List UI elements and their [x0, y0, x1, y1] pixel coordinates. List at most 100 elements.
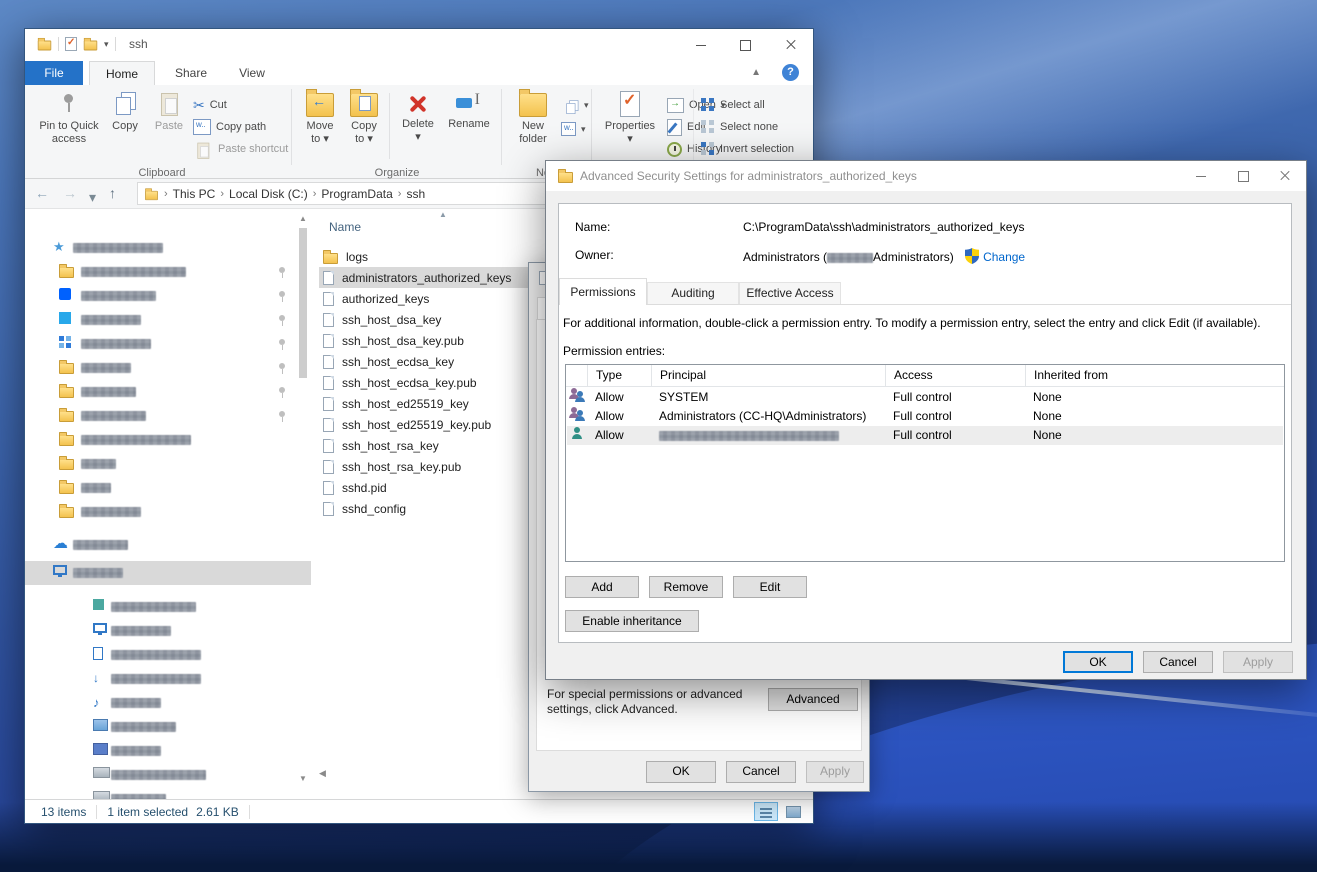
folder-icon[interactable]	[84, 41, 98, 51]
chevron-down-icon[interactable]: ▾	[104, 40, 109, 49]
sidebar-item[interactable]	[25, 332, 311, 356]
sidebar-item[interactable]: ☁	[25, 533, 311, 557]
permission-entries-table[interactable]: Type Principal Access Inherited from All…	[565, 364, 1285, 562]
minimize-button[interactable]	[1180, 161, 1222, 191]
invert-selection-button[interactable]: Invert selection	[701, 139, 794, 159]
easy-access-button[interactable]: ▾	[561, 119, 586, 139]
change-owner-link[interactable]: Change	[983, 250, 1025, 264]
tab-share[interactable]: Share	[161, 61, 221, 85]
sidebar-item[interactable]	[25, 500, 311, 524]
file-row[interactable]: sshd_config	[319, 498, 531, 519]
advanced-button[interactable]: Advanced	[768, 688, 858, 711]
sidebar-item[interactable]	[25, 428, 311, 452]
sidebar-item[interactable]	[25, 763, 311, 787]
permission-entry-row[interactable]: AllowAdministrators (CC-HQ\Administrator…	[567, 407, 1283, 426]
rename-button[interactable]: Rename	[443, 89, 495, 165]
maximize-button[interactable]	[1222, 161, 1264, 191]
sidebar-item[interactable]	[25, 787, 311, 799]
file-row[interactable]: authorized_keys	[319, 288, 531, 309]
sidebar-item[interactable]	[25, 380, 311, 404]
sidebar-item[interactable]: ★	[25, 236, 311, 260]
file-row[interactable]: logs	[319, 246, 531, 267]
properties-check-icon[interactable]	[65, 37, 77, 51]
paste-shortcut-button[interactable]: Paste shortcut	[193, 139, 288, 159]
file-row[interactable]: ssh_host_ecdsa_key	[319, 351, 531, 372]
hscroll-left-icon[interactable]: ◀	[319, 768, 326, 779]
sort-ascending-icon[interactable]: ▲	[439, 210, 447, 219]
sidebar-item[interactable]: ♪	[25, 691, 311, 715]
column-header-principal[interactable]: Principal	[652, 365, 886, 386]
ok-button[interactable]: OK	[1063, 651, 1133, 673]
sidebar-item[interactable]	[25, 356, 311, 380]
scroll-up-icon[interactable]: ▲	[299, 214, 307, 223]
column-header-name[interactable]: Name	[329, 220, 361, 234]
enable-inheritance-button[interactable]: Enable inheritance	[565, 610, 699, 632]
large-icons-view-button[interactable]	[781, 802, 805, 821]
file-row[interactable]: ssh_host_dsa_key.pub	[319, 330, 531, 351]
tab-auditing[interactable]: Auditing	[647, 282, 739, 305]
permission-entry-row[interactable]: AllowSYSTEMFull controlNone	[567, 388, 1283, 407]
tab-file[interactable]: File	[25, 61, 83, 85]
tab-permissions[interactable]: Permissions	[559, 278, 647, 305]
file-row[interactable]: ssh_host_rsa_key.pub	[319, 456, 531, 477]
remove-button[interactable]: Remove	[649, 576, 723, 598]
sidebar-item[interactable]	[25, 308, 311, 332]
sidebar-item[interactable]	[25, 595, 311, 619]
column-header-icon[interactable]	[566, 365, 588, 386]
sidebar-item[interactable]	[25, 452, 311, 476]
apply-button[interactable]: Apply	[1223, 651, 1293, 673]
sidebar-item[interactable]	[25, 260, 311, 284]
select-all-button[interactable]: Select all	[701, 95, 765, 115]
properties-button[interactable]: Properties ▾	[599, 89, 661, 165]
column-header-access[interactable]: Access	[886, 365, 1026, 386]
sidebar-item[interactable]: ↓	[25, 667, 311, 691]
breadcrumb-segment[interactable]: ProgramData	[317, 187, 396, 201]
new-item-button[interactable]: ▾	[561, 95, 589, 115]
column-header-inherited-from[interactable]: Inherited from	[1026, 365, 1284, 386]
scroll-down-icon[interactable]: ▼	[299, 774, 307, 783]
sidebar-item[interactable]	[25, 739, 311, 763]
pin-to-quick-access-button[interactable]: Pin to Quick access	[37, 89, 101, 165]
file-row[interactable]: administrators_authorized_keys	[319, 267, 531, 288]
sidebar-item[interactable]	[25, 284, 311, 308]
copy-button[interactable]: Copy	[103, 89, 147, 165]
column-header-type[interactable]: Type	[588, 365, 652, 386]
paste-button[interactable]: Paste	[149, 89, 189, 165]
delete-button[interactable]: Delete ▾	[395, 89, 441, 165]
apply-button[interactable]: Apply	[806, 761, 864, 783]
file-row[interactable]: ssh_host_rsa_key	[319, 435, 531, 456]
select-none-button[interactable]: Select none	[701, 117, 778, 137]
scrollbar-thumb[interactable]	[299, 228, 307, 378]
close-button[interactable]	[768, 29, 813, 61]
details-view-button[interactable]	[754, 802, 778, 821]
copy-to-button[interactable]: Copy to ▾	[343, 89, 385, 165]
back-icon[interactable]: ←	[35, 184, 49, 202]
file-row[interactable]: sshd.pid	[319, 477, 531, 498]
edit-button[interactable]: Edit	[733, 576, 807, 598]
permission-entry-row[interactable]: AllowFull controlNone	[567, 426, 1283, 445]
close-button[interactable]	[1264, 161, 1306, 191]
add-button[interactable]: Add	[565, 576, 639, 598]
minimize-button[interactable]	[678, 29, 723, 61]
forward-icon[interactable]: →	[63, 184, 77, 202]
breadcrumb-segment[interactable]: This PC	[169, 187, 220, 201]
file-row[interactable]: ssh_host_ecdsa_key.pub	[319, 372, 531, 393]
breadcrumb-segment[interactable]: Local Disk (C:)	[225, 187, 312, 201]
cancel-button[interactable]: Cancel	[1143, 651, 1213, 673]
sidebar-scrollbar[interactable]: ▲ ▼	[297, 210, 309, 799]
help-icon[interactable]: ?	[782, 64, 799, 81]
tab-view[interactable]: View	[225, 61, 279, 85]
file-row[interactable]: ssh_host_dsa_key	[319, 309, 531, 330]
new-folder-button[interactable]: New folder	[509, 89, 557, 165]
ok-button[interactable]: OK	[646, 761, 716, 783]
breadcrumb-segment[interactable]: ssh	[402, 187, 429, 201]
copy-path-button[interactable]: Copy path	[193, 117, 266, 137]
recent-locations-icon[interactable]: ▾	[89, 188, 96, 206]
cut-button[interactable]: ✂ Cut	[193, 95, 227, 115]
cancel-button[interactable]: Cancel	[726, 761, 796, 783]
sidebar-item[interactable]	[25, 715, 311, 739]
collapse-ribbon-icon[interactable]: ▲	[751, 67, 761, 78]
tab-effective-access[interactable]: Effective Access	[739, 282, 841, 305]
sidebar-item[interactable]	[25, 476, 311, 500]
tab-home[interactable]: Home	[89, 61, 155, 85]
